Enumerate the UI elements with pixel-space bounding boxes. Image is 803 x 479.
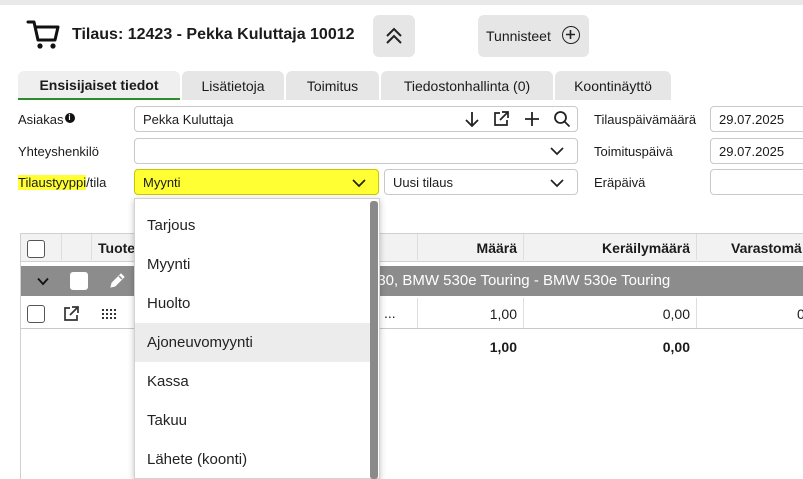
order-date-label: Tilauspäivämäärä <box>594 112 697 127</box>
info-icon[interactable]: i <box>64 113 75 123</box>
column-header-quantity[interactable]: Määrä <box>420 240 517 256</box>
tab-primary-info[interactable]: Ensisijaiset tiedot <box>18 71 180 100</box>
total-quantity: 1,00 <box>489 339 517 355</box>
total-picked-quantity: 0,00 <box>662 339 690 355</box>
column-header-picked-quantity[interactable]: Keräilymäärä <box>526 240 690 256</box>
column-divider <box>523 298 524 328</box>
row-quantity[interactable]: 1,00 <box>420 306 517 322</box>
search-icon[interactable] <box>553 110 571 128</box>
delivery-date-value: 29.07.2025 <box>719 143 785 159</box>
delivery-date-label: Toimituspäivä <box>594 144 673 159</box>
order-type-label: Tilaustyyppi/tila <box>18 175 106 190</box>
order-date-field[interactable]: 29.07.2025 <box>710 106 803 132</box>
arrow-down-icon[interactable] <box>463 110 481 128</box>
option-tarjous[interactable]: Tarjous <box>135 206 371 245</box>
contact-label: Yhteyshenkilö <box>18 144 99 159</box>
customer-field[interactable]: Pekka Kuluttaja <box>134 106 578 132</box>
column-divider <box>61 234 62 260</box>
status-value: Uusi tilaus <box>393 174 453 190</box>
order-date-value: 29.07.2025 <box>719 111 785 127</box>
order-type-label-rest: /tila <box>86 175 107 190</box>
column-header-product[interactable]: Tuote <box>98 240 135 256</box>
column-divider <box>91 234 92 260</box>
open-external-icon[interactable] <box>492 110 510 128</box>
tags-button[interactable]: Tunnisteet <box>478 15 589 57</box>
due-date-label: Eräpäivä <box>594 175 646 190</box>
chevron-down-icon <box>550 179 564 188</box>
group-row-checkbox[interactable] <box>70 272 88 290</box>
tab-file-management[interactable]: Tiedostonhallinta (0) <box>381 71 553 100</box>
order-type-label-highlight: Tilaustyyppi <box>18 175 87 190</box>
due-date-field[interactable] <box>710 169 803 195</box>
tab-additional-info[interactable]: Lisätietoja <box>182 71 284 100</box>
pencil-icon[interactable] <box>107 271 127 291</box>
option-huolto[interactable]: Huolto <box>135 284 371 323</box>
option-lahete-koonti[interactable]: Lähete (koonti) <box>135 440 371 479</box>
tab-delivery[interactable]: Toimitus <box>286 71 379 100</box>
select-all-checkbox[interactable] <box>27 240 45 258</box>
tags-label: Tunnisteet <box>486 28 551 44</box>
option-kassa[interactable]: Kassa <box>135 362 371 401</box>
chevron-down-icon[interactable] <box>37 277 49 286</box>
option-ajoneuvomyynti[interactable]: Ajoneuvomyynti <box>135 323 371 362</box>
group-row-text: 530, BMW 530e Touring - BMW 530e Touring <box>369 272 671 289</box>
chevron-down-icon <box>352 179 366 188</box>
shopping-cart-icon <box>26 20 60 49</box>
column-divider <box>417 298 418 328</box>
column-divider <box>696 298 697 328</box>
delivery-date-field[interactable]: 29.07.2025 <box>710 138 803 164</box>
open-external-icon[interactable] <box>62 305 80 323</box>
collapse-header-button[interactable] <box>373 15 415 57</box>
customer-label: Asiakas i <box>18 112 75 127</box>
column-divider <box>523 234 524 260</box>
order-type-value: Myynti <box>143 174 181 190</box>
column-divider <box>417 234 418 260</box>
status-select[interactable]: Uusi tilaus <box>384 169 578 195</box>
option-myynti[interactable]: Myynti <box>135 245 371 284</box>
drag-handle-icon[interactable] <box>102 309 118 319</box>
add-icon[interactable] <box>523 110 541 128</box>
table-left-border <box>20 233 21 479</box>
column-divider <box>696 234 697 260</box>
customer-value: Pekka Kuluttaja <box>143 111 234 127</box>
add-circle-icon <box>562 26 580 44</box>
tab-dashboard[interactable]: Koontinäyttö <box>555 71 671 100</box>
chevron-down-icon <box>550 147 564 156</box>
page-title: Tilaus: 12423 - Pekka Kuluttaja 10012 <box>72 26 355 43</box>
row-stock: 0 <box>797 306 803 322</box>
column-header-stock[interactable]: Varastomä <box>731 240 802 256</box>
option-takuu[interactable]: Takuu <box>135 401 371 440</box>
row-checkbox[interactable] <box>27 305 45 323</box>
row-picked-quantity[interactable]: 0,00 <box>526 306 690 322</box>
row-product-ellipsis: ... <box>384 305 396 321</box>
order-type-dropdown[interactable]: Tarjous Myynti Huolto Ajoneuvomyynti Kas… <box>134 198 380 479</box>
dropdown-scrollbar[interactable] <box>370 201 378 479</box>
customer-label-text: Asiakas <box>18 112 64 127</box>
order-type-select[interactable]: Myynti <box>134 169 379 195</box>
contact-select[interactable] <box>134 138 578 164</box>
chevron-up-double-icon <box>386 27 402 44</box>
top-strip <box>0 0 803 5</box>
